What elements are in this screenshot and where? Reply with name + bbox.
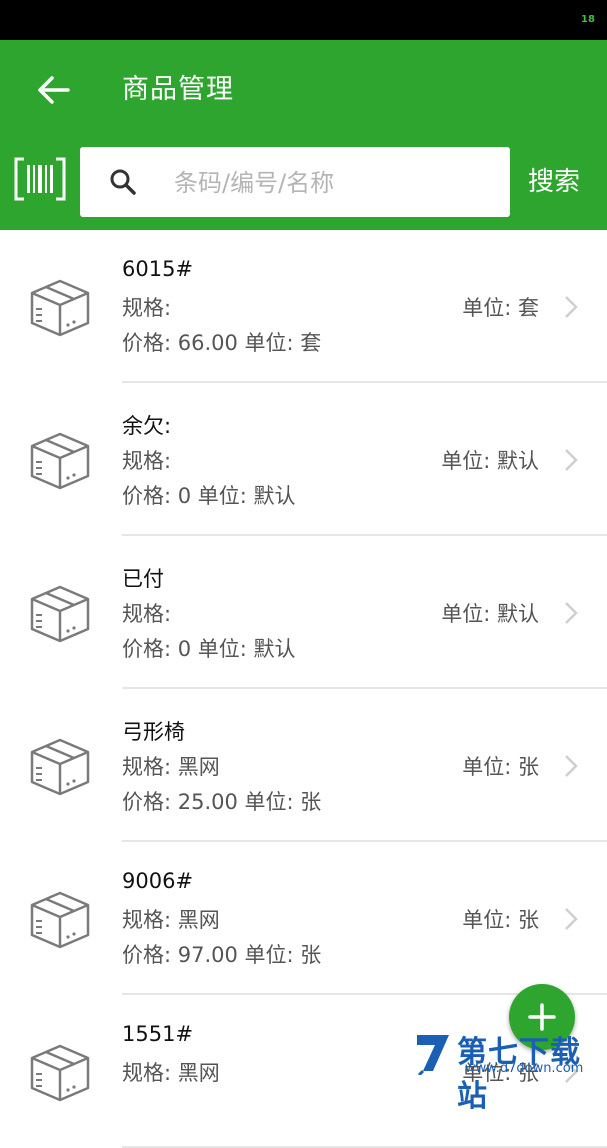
product-price: 价格: 0 单位: 默认 [122, 637, 296, 661]
page-title: 商品管理 [122, 74, 234, 105]
chevron-right-icon [565, 296, 578, 318]
product-unit: 单位: 张 [462, 755, 539, 779]
box-icon [30, 279, 90, 337]
barcode-scan-icon[interactable] [14, 157, 66, 201]
product-spec: 规格: [122, 602, 172, 626]
back-arrow-icon[interactable] [30, 70, 78, 110]
battery-icon: 18 [581, 13, 595, 25]
product-unit: 单位: 套 [462, 296, 539, 320]
search-button[interactable]: 搜索 [528, 160, 580, 204]
product-spec: 规格: [122, 296, 172, 320]
product-spec: 规格: 黑网 [122, 755, 220, 779]
box-icon [30, 585, 90, 643]
product-price: 价格: 25.00 单位: 张 [122, 790, 322, 814]
product-price: 价格: 0 单位: 默认 [122, 484, 296, 508]
watermark-logo-icon [417, 1035, 449, 1075]
app-bar: 商品管理 搜索 [0, 40, 607, 230]
product-spec: 规格: 黑网 [122, 1061, 220, 1085]
search-box [80, 147, 510, 217]
product-name: 余欠: [122, 414, 172, 438]
search-icon [110, 169, 136, 195]
product-name: 1551# [122, 1022, 194, 1046]
product-name: 已付 [122, 567, 164, 591]
chevron-right-icon [565, 602, 578, 624]
list-item[interactable]: 已付 规格: 价格: 0 单位: 默认 单位: 默认 [0, 536, 607, 689]
box-icon [30, 738, 90, 796]
box-icon [30, 891, 90, 949]
list-item[interactable]: 9006# 规格: 黑网 价格: 97.00 单位: 张 单位: 张 [0, 842, 607, 995]
chevron-right-icon [565, 449, 578, 471]
list-item[interactable]: 余欠: 规格: 价格: 0 单位: 默认 单位: 默认 [0, 383, 607, 536]
product-unit: 单位: 默认 [441, 602, 539, 626]
chevron-right-icon [565, 908, 578, 930]
product-name: 6015# [122, 257, 194, 281]
product-spec: 规格: [122, 449, 172, 473]
status-bar: 18 [0, 0, 607, 40]
box-icon [30, 432, 90, 490]
product-name: 9006# [122, 869, 194, 893]
watermark: 第七下载站 www.d7down.com [413, 1025, 603, 1114]
product-price: 价格: 97.00 单位: 张 [122, 943, 322, 967]
search-input[interactable] [172, 157, 496, 209]
list-item[interactable]: 弓形椅 规格: 黑网 价格: 25.00 单位: 张 单位: 张 [0, 689, 607, 842]
chevron-right-icon [565, 755, 578, 777]
product-price: 价格: 66.00 单位: 套 [122, 331, 322, 355]
box-icon [30, 1044, 90, 1102]
product-unit: 单位: 张 [462, 908, 539, 932]
list-item[interactable]: 6015# 规格: 价格: 66.00 单位: 套 单位: 套 [0, 230, 607, 383]
watermark-url: www.d7down.com [465, 1061, 584, 1076]
product-unit: 单位: 默认 [441, 449, 539, 473]
product-spec: 规格: 黑网 [122, 908, 220, 932]
product-name: 弓形椅 [122, 720, 185, 744]
